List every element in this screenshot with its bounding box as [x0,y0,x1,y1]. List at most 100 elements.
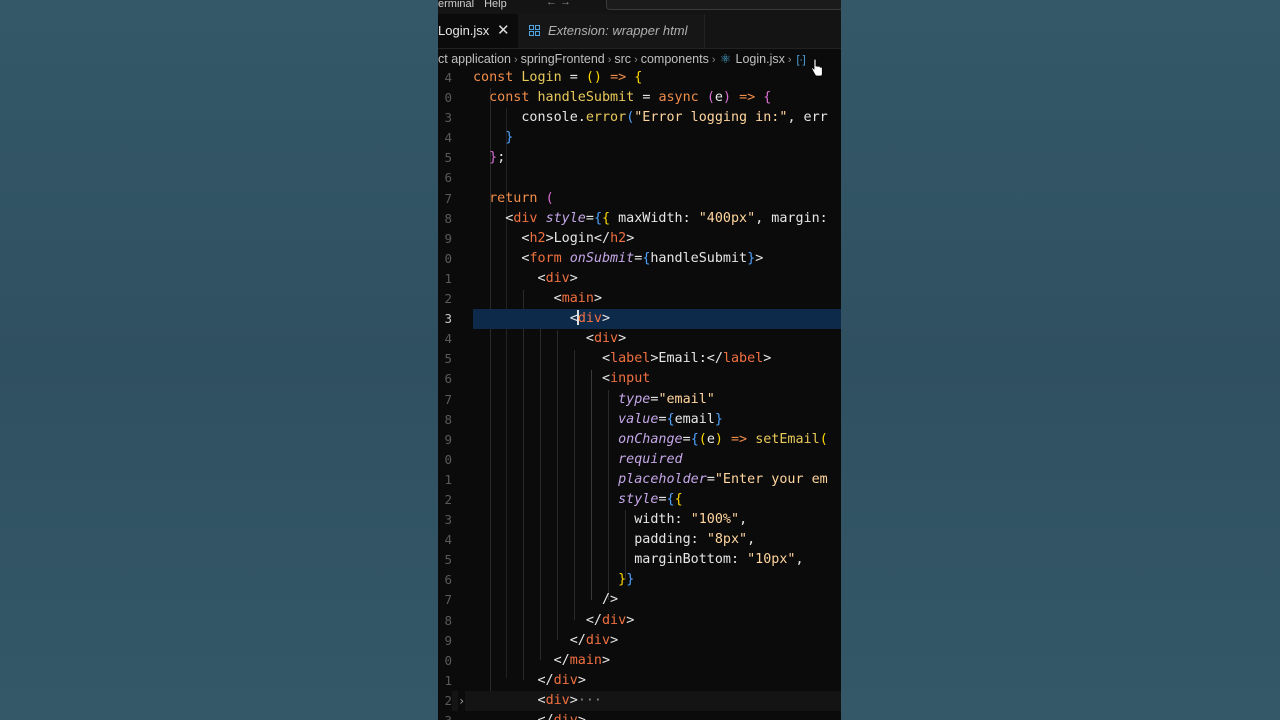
code-text: type="email" [618,391,715,407]
menu-bar: erminal Help ← → [438,0,841,14]
code-text: <label>Email:</label> [602,351,772,367]
line-number: 9 [444,632,452,648]
code-text: /> [602,592,619,608]
breadcrumb-item[interactable]: ct application [438,52,511,66]
tab-login-jsx[interactable]: Login.jsx ✕ [438,14,518,48]
code-line: 6 }} [438,570,841,590]
code-text: </div> [473,711,586,720]
code-line: 0 <form onSubmit={handleSubmit}> [438,249,841,269]
code-text: onChange={(e) => setEmail( [618,431,828,447]
line-number: 0 [444,451,452,467]
chevron-right-icon: › [513,54,518,66]
line-number: 9 [444,230,452,246]
code-line: 9 onChange={(e) => setEmail( [438,430,841,450]
code-line-current: 3 <div> [438,309,841,330]
tab-extension-wrapper-html[interactable]: Extension: wrapper html [518,14,705,48]
breadcrumb-item[interactable]: springFrontend [521,52,605,66]
background-right [841,0,1280,720]
code-text: console.error("Error logging in:", err [521,110,828,126]
line-number: 5 [444,150,452,166]
code-line: 4 const Login = () => { [438,68,841,88]
code-line: 5 <label>Email:</label> [438,349,841,369]
code-text: }} [618,572,635,588]
code-line: 8 </div> [438,611,841,631]
code-line: 6 <input [438,369,841,389]
code-line: 7 type="email" [438,390,841,410]
background-left [0,0,438,720]
line-number: 1 [444,471,452,487]
code-line: 9 <h2>Login</h2> [438,229,841,249]
breadcrumb-item[interactable]: components [641,52,709,66]
code-text: <div> [585,331,627,347]
line-number: 7 [444,190,452,206]
close-icon[interactable]: ✕ [497,14,510,48]
chevron-right-icon: › [634,54,638,66]
line-number: 2 [438,690,452,711]
code-line-folded: 2 › <div>··· [438,690,841,711]
code-text: } [505,130,514,146]
code-text: placeholder="Enter your em [618,471,828,487]
code-line: 7 /> [438,590,841,610]
line-number: 8 [444,210,452,226]
code-text: const Login = () => { [473,70,643,85]
code-line: 5 }; [438,148,841,168]
code-line: 0 const handleSubmit = async (e) => { [438,88,841,108]
code-line: 6 [438,168,841,188]
code-line: 2 <main> [438,289,841,309]
line-number: 8 [444,612,452,628]
code-line: 4 <div> [438,329,841,349]
code-line: 8 value={email} [438,410,841,430]
code-line: 9 </div> [438,631,841,651]
code-line: 7 return ( [438,189,841,209]
line-number: 3 [444,512,452,528]
code-text: width: "100%", [634,512,748,528]
code-text: <main> [553,291,602,307]
command-center-box[interactable] [606,0,841,10]
hand-pointer-icon [811,59,823,77]
code-editor: erminal Help ← → Login.jsx ✕ Extension: w… [438,0,841,720]
line-number: 3 [444,110,452,126]
code-line: 0 </main> [438,651,841,671]
code-text: padding: "8px", [634,532,756,548]
code-line: 8 <div style={{ maxWidth: "400px", margi… [438,209,841,229]
code-text: }; [489,150,506,166]
breadcrumb-file[interactable]: Login.jsx [736,52,785,66]
code-line: 5 marginBottom: "10px", [438,550,841,570]
code-line: 4 } [438,128,841,148]
code-text: </div> [585,612,635,628]
code-text: </main> [553,652,611,668]
code-text: <input [602,371,651,387]
line-number: 0 [444,250,452,266]
code-text: <div> [537,270,578,286]
code-text: </div> [537,672,586,688]
code-text: <div>··· [537,692,603,708]
breadcrumb-item[interactable]: src [614,52,631,66]
tab-bar: Login.jsx ✕ Extension: wrapper html [438,14,841,49]
tab-label: Login.jsx [438,23,490,38]
line-number: 0 [444,90,452,106]
code-line: 3 </div> [438,711,841,720]
breadcrumb: ct application › springFrontend › src › compon… [438,48,841,70]
line-number: 7 [444,391,452,407]
code-line: 4 padding: "8px", [438,530,841,550]
line-number: 1 [444,270,452,286]
code-line: 2 style={{ [438,490,841,510]
menu-item-help[interactable]: Help [484,0,507,10]
chevron-right-icon: › [787,54,792,66]
chevron-right-icon[interactable]: › [458,690,466,711]
code-area[interactable]: 4 const Login = () => { 0 const handleSub… [438,68,841,720]
line-number: 6 [444,572,452,588]
line-number: 2 [444,291,452,307]
line-number: 1 [444,672,452,688]
code-line: 3 width: "100%", [438,510,841,530]
menu-item-terminal[interactable]: erminal [438,0,474,10]
code-line: 3 console.error("Error logging in:", err [438,108,841,128]
code-text: style={{ [618,491,683,507]
code-text: </div> [569,632,619,648]
code-text: marginBottom: "10px", [634,552,804,568]
line-number: 7 [444,592,452,608]
line-number: 4 [444,70,452,85]
code-line: 0 required [438,450,841,470]
nav-arrows-icon[interactable]: ← → [546,0,571,8]
symbol-icon[interactable]: [∙] [797,54,806,66]
